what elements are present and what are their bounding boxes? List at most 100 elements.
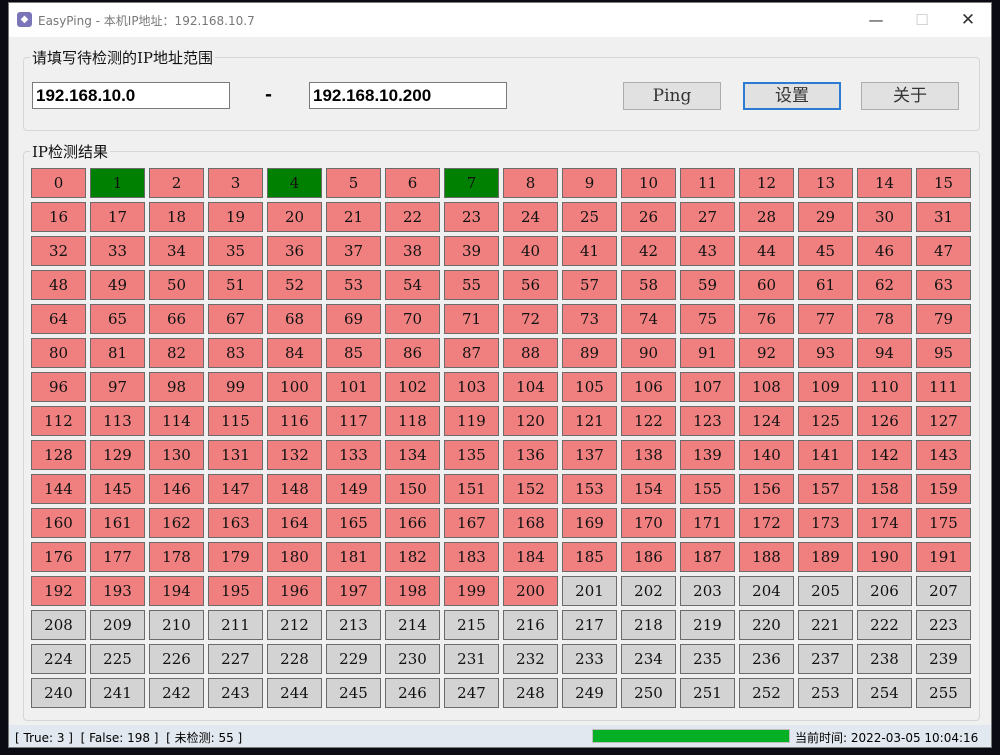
ip-cell: 194 — [149, 576, 204, 606]
ip-cell: 61 — [798, 270, 853, 300]
ip-cell: 100 — [267, 372, 322, 402]
ip-cell: 193 — [90, 576, 145, 606]
ip-cell: 198 — [385, 576, 440, 606]
minimize-button[interactable]: — — [853, 3, 899, 37]
ip-cell: 113 — [90, 406, 145, 436]
ip-cell: 1 — [90, 168, 145, 198]
ip-cell: 215 — [444, 610, 499, 640]
ip-cell: 10 — [621, 168, 676, 198]
ip-cell: 186 — [621, 542, 676, 572]
ip-cell: 181 — [326, 542, 381, 572]
ip-cell: 248 — [503, 678, 558, 708]
ip-cell: 190 — [857, 542, 912, 572]
close-button[interactable]: ✕ — [945, 3, 991, 37]
status-time: 当前时间: 2022-03-05 10:04:16 — [795, 731, 979, 745]
ip-cell: 86 — [385, 338, 440, 368]
ip-cell: 207 — [916, 576, 971, 606]
ip-cell: 156 — [739, 474, 794, 504]
about-button[interactable]: 关于 — [861, 82, 959, 110]
ip-cell: 51 — [208, 270, 263, 300]
ip-cell: 12 — [739, 168, 794, 198]
ip-cell: 45 — [798, 236, 853, 266]
ip-cell: 143 — [916, 440, 971, 470]
ip-cell: 232 — [503, 644, 558, 674]
ip-cell: 97 — [90, 372, 145, 402]
ip-cell: 95 — [916, 338, 971, 368]
ip-cell: 47 — [916, 236, 971, 266]
ip-cell: 25 — [562, 202, 617, 232]
ip-cell: 117 — [326, 406, 381, 436]
ip-cell: 87 — [444, 338, 499, 368]
ip-cell: 155 — [680, 474, 735, 504]
ip-cell: 110 — [857, 372, 912, 402]
ip-cell: 236 — [739, 644, 794, 674]
ip-cell: 75 — [680, 304, 735, 334]
ip-cell: 32 — [31, 236, 86, 266]
ip-cell: 31 — [916, 202, 971, 232]
ip-cell: 185 — [562, 542, 617, 572]
end-ip-input[interactable] — [309, 82, 507, 109]
ip-cell: 138 — [621, 440, 676, 470]
ip-cell: 18 — [149, 202, 204, 232]
ip-cell: 203 — [680, 576, 735, 606]
ip-cell: 44 — [739, 236, 794, 266]
ip-cell: 104 — [503, 372, 558, 402]
ip-cell: 101 — [326, 372, 381, 402]
progress-bar — [592, 729, 790, 743]
start-ip-input[interactable] — [32, 82, 230, 109]
ip-cell: 142 — [857, 440, 912, 470]
ip-cell: 41 — [562, 236, 617, 266]
ip-cell: 13 — [798, 168, 853, 198]
ip-cell: 105 — [562, 372, 617, 402]
ip-cell: 26 — [621, 202, 676, 232]
ip-cell: 159 — [916, 474, 971, 504]
ip-cell: 182 — [385, 542, 440, 572]
ip-cell: 74 — [621, 304, 676, 334]
ip-cell: 76 — [739, 304, 794, 334]
ip-cell: 30 — [857, 202, 912, 232]
ip-cell: 139 — [680, 440, 735, 470]
ip-cell: 147 — [208, 474, 263, 504]
app-icon: ◆ — [17, 12, 32, 27]
ip-cell: 42 — [621, 236, 676, 266]
ip-cell: 174 — [857, 508, 912, 538]
ip-cell: 157 — [798, 474, 853, 504]
ip-cell: 254 — [857, 678, 912, 708]
ip-cell: 163 — [208, 508, 263, 538]
range-separator: - — [265, 85, 273, 105]
ip-cell: 98 — [149, 372, 204, 402]
ip-cell: 8 — [503, 168, 558, 198]
ip-cell: 28 — [739, 202, 794, 232]
ip-cell: 72 — [503, 304, 558, 334]
ip-cell: 34 — [149, 236, 204, 266]
ip-cell: 71 — [444, 304, 499, 334]
ip-cell: 116 — [267, 406, 322, 436]
ip-cell: 102 — [385, 372, 440, 402]
ip-cell: 252 — [739, 678, 794, 708]
ip-cell: 178 — [149, 542, 204, 572]
ping-button[interactable]: Ping — [623, 82, 721, 110]
ip-cell: 218 — [621, 610, 676, 640]
ip-cell: 255 — [916, 678, 971, 708]
ip-cell: 133 — [326, 440, 381, 470]
ip-cell: 224 — [31, 644, 86, 674]
window-title: EasyPing - 本机IP地址：192.168.10.7 — [38, 14, 255, 28]
ip-cell: 56 — [503, 270, 558, 300]
ip-cell: 63 — [916, 270, 971, 300]
ip-cell: 33 — [90, 236, 145, 266]
ip-cell: 160 — [31, 508, 86, 538]
ip-cell: 238 — [857, 644, 912, 674]
ip-cell: 23 — [444, 202, 499, 232]
ip-cell: 184 — [503, 542, 558, 572]
ip-cell: 137 — [562, 440, 617, 470]
ip-cell: 212 — [267, 610, 322, 640]
ip-cell: 92 — [739, 338, 794, 368]
ip-cell: 122 — [621, 406, 676, 436]
ip-cell: 188 — [739, 542, 794, 572]
settings-button[interactable]: 设置 — [743, 82, 841, 110]
ip-cell: 106 — [621, 372, 676, 402]
title-bar[interactable]: ◆ EasyPing - 本机IP地址：192.168.10.7 — ☐ ✕ — [9, 3, 991, 37]
ip-cell: 112 — [31, 406, 86, 436]
ip-cell: 89 — [562, 338, 617, 368]
ip-cell: 230 — [385, 644, 440, 674]
